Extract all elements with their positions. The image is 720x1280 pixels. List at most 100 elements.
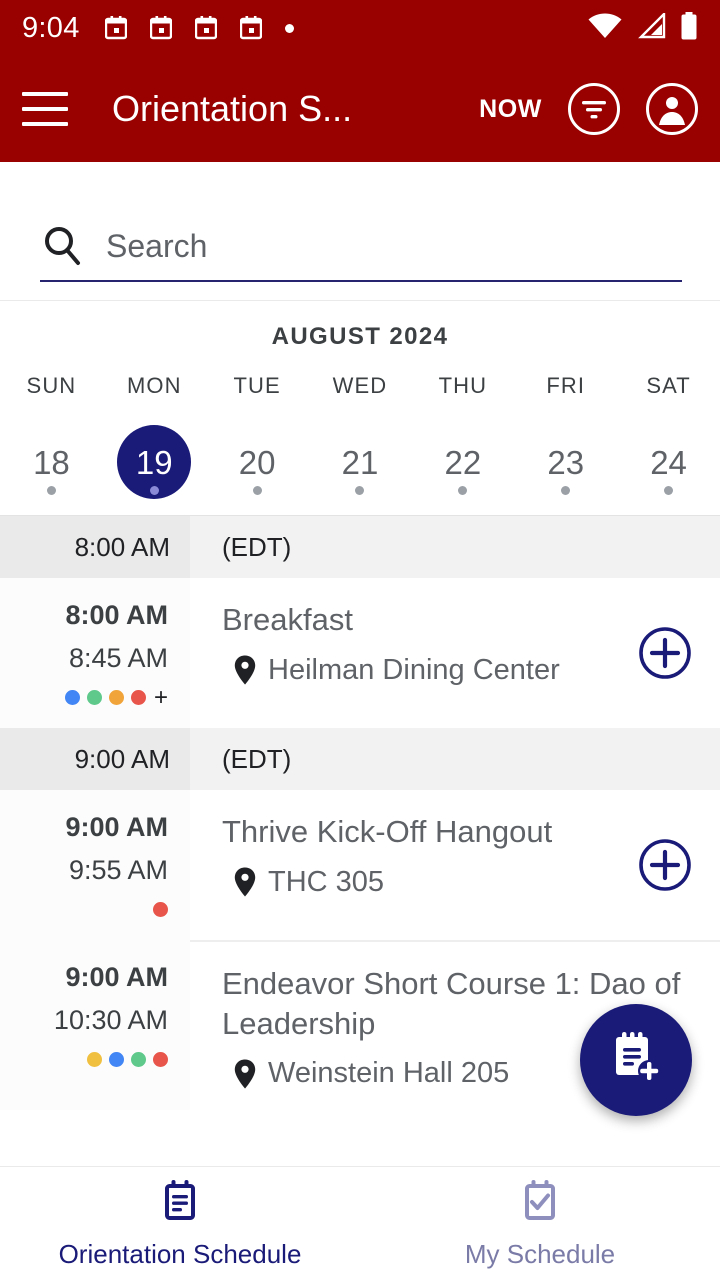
calendar-day-cell[interactable]: MON 19 [103,373,206,499]
tag-dot [153,902,168,917]
calendar-day-of-week: SAT [646,373,691,398]
calendar-month-label: AUGUST 2024 [271,323,449,350]
calendar-day-of-week: WED [332,373,388,398]
status-bar-system-icons [588,10,698,45]
tag-dot [86,690,102,705]
hamburger-menu-icon[interactable] [22,92,68,126]
event-end-time: 8:45 AM [68,643,168,673]
event-location-text: THC 305 [268,865,385,898]
event-tag-dots [153,902,168,917]
event-details: Breakfast Heilman Dining Center [190,578,720,728]
calendar-date-number: 18 [33,443,70,481]
calendar-date-number: 20 [238,443,276,481]
cellular-signal-icon [636,10,666,44]
calendar-day-cell[interactable]: WED 21 [309,373,412,499]
calendar-event-marker-dot [252,486,262,495]
calendar-date-number: 24 [650,443,687,481]
hour-header-time: 8:00 AM [74,531,170,562]
event-start-time: 9:00 AM [65,962,168,992]
tag-dot [153,1052,168,1067]
status-bar-clock: 9:04 [22,11,80,44]
app-root: 9:04 Orientation S... NOW Search AUGUST … [0,0,720,1280]
calendar-icon [194,16,217,40]
calendar-day-cell[interactable]: THU 22 [411,373,514,499]
calendar-date-number: 22 [444,443,482,481]
account-circle-icon[interactable] [646,83,698,135]
event-location-text: Heilman Dining Center [268,653,560,686]
tag-dot [109,1052,124,1067]
calendar-day-of-week: MON [126,373,182,398]
event-start-time: 9:00 AM [65,812,168,842]
tag-dot [87,1052,102,1067]
event-time-column: 9:00 AM 9:55 AM [0,790,190,940]
page-title: Orientation S... [112,88,353,129]
nav-label: My Schedule [464,1238,616,1269]
dot-icon [284,23,294,33]
add-to-my-schedule-fab[interactable] [580,1004,692,1116]
wifi-icon [588,13,622,44]
event-tag-dots [87,1052,168,1067]
hour-header-timezone: (EDT) [222,743,292,774]
calendar-day-cell[interactable]: FRI 23 [514,373,617,499]
nav-item-orientation-schedule[interactable]: Orientation Schedule [0,1167,360,1280]
calendar-date-button[interactable]: 21 [323,425,397,499]
calendar-date-button-selected[interactable]: 19 [117,425,192,499]
status-bar: 9:04 [0,0,720,56]
tag-dot [64,690,80,705]
calendar-icon [239,16,262,40]
calendar-event-marker-dot [561,486,571,495]
calendar-date-button[interactable]: 23 [529,425,603,499]
map-pin-icon [234,867,256,897]
filter-icon[interactable] [568,83,620,135]
nav-label: Orientation Schedule [58,1238,302,1269]
event-location: Heilman Dining Center [222,654,700,687]
event-row[interactable]: 9:00 AM 9:55 AM Thrive Kick-Off Hangout … [0,790,720,940]
status-bar-notification-icons [104,16,294,40]
event-title: Thrive Kick-Off Hangout [222,814,553,849]
event-time-column: 8:00 AM 8:45 AM + [0,578,190,728]
hour-header: 8:00 AM (EDT) [0,516,720,578]
nav-item-my-schedule[interactable]: My Schedule [360,1167,720,1280]
calendar-date-number: 23 [547,443,585,481]
event-start-time: 8:00 AM [65,600,168,630]
calendar-date-button[interactable]: 20 [220,425,294,499]
calendar-date-number: 21 [341,443,379,481]
event-details: Thrive Kick-Off Hangout THC 305 [190,790,720,940]
calendar-day-of-week: TUE [233,373,281,398]
calendar-date-button[interactable]: 24 [632,425,706,499]
tag-dot [130,690,146,705]
calendar-date-number: 19 [135,443,173,481]
battery-icon [680,11,698,45]
calendar-day-cell[interactable]: SUN 18 [0,373,103,499]
event-location: THC 305 [222,866,700,899]
event-title: Breakfast [222,602,353,637]
add-circle-icon[interactable] [638,838,692,892]
event-end-time: 9:55 AM [68,855,168,885]
calendar-day-cell[interactable]: SAT 24 [617,373,720,499]
search-input[interactable]: Search [106,228,207,265]
calendar-icon [104,16,127,40]
calendar-event-marker-dot [458,486,468,495]
hour-header: 9:00 AM (EDT) [0,728,720,790]
calendar-day-of-week: FRI [546,373,586,398]
calendar-event-marker-dot [355,486,365,495]
search-bar[interactable]: Search [0,162,720,300]
event-row[interactable]: 8:00 AM 8:45 AM + Breakfast Heilman Dini… [0,578,720,728]
calendar-strip: AUGUST 2024 SUN 18 MON 19 TUE 20 WED 21 … [0,300,720,516]
app-bar-actions: NOW [479,83,698,135]
calendar-date-button[interactable]: 18 [14,425,88,499]
calendar-days-grid: SUN 18 MON 19 TUE 20 WED 21 THU 22 FRI 2… [0,373,720,499]
tag-dot [108,690,124,705]
calendar-icon [149,16,172,40]
now-button[interactable]: NOW [479,95,542,124]
hour-header-time: 9:00 AM [74,743,170,774]
calendar-event-marker-dot [149,486,159,495]
calendar-date-button[interactable]: 22 [426,425,500,499]
note-add-icon [609,1030,663,1091]
bottom-navigation: Orientation Schedule My Schedule [0,1166,720,1280]
add-circle-icon[interactable] [638,626,692,680]
clipboard-check-icon [518,1178,562,1229]
map-pin-icon [234,655,256,685]
calendar-day-cell[interactable]: TUE 20 [206,373,309,499]
search-icon [40,224,84,268]
